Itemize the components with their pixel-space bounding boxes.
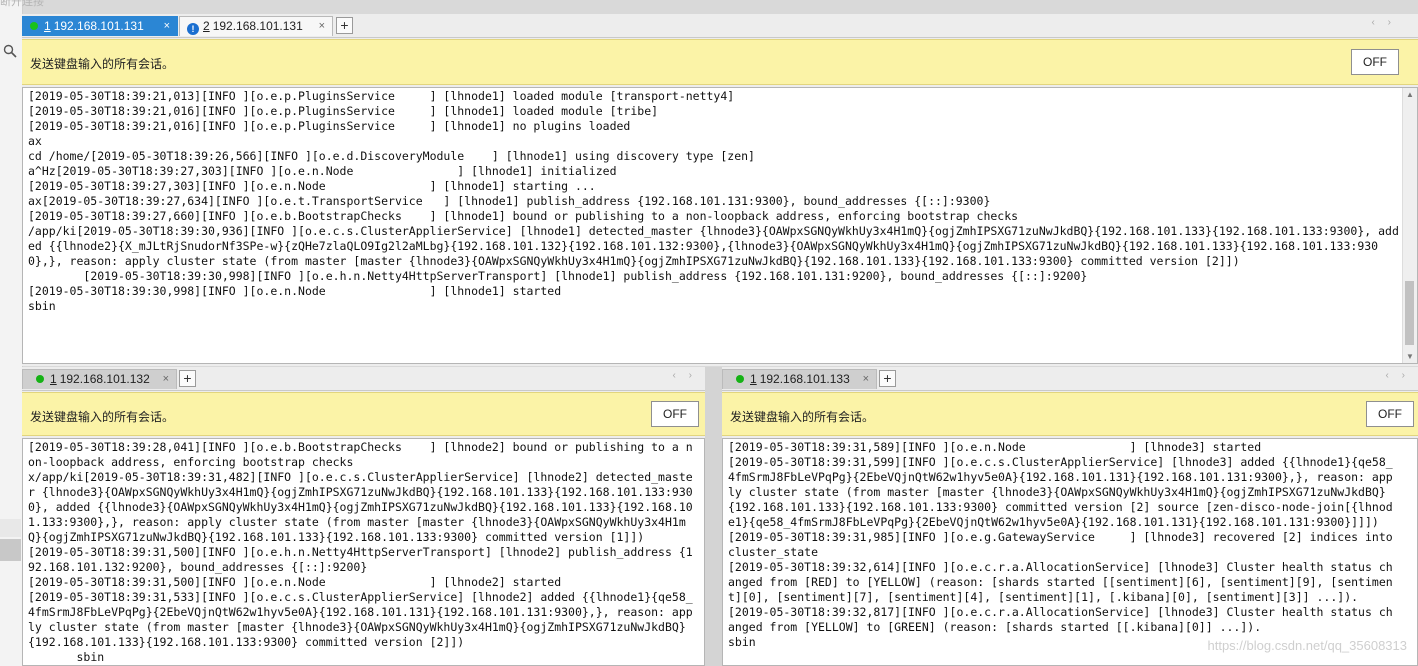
tab-scroll-arrows-icon[interactable]: ‹ › [1372,17,1396,28]
left-side-panel: 断开连接 [0,0,44,666]
broadcast-off-button[interactable]: OFF [1366,401,1414,427]
terminal-scrollbar[interactable]: ▲ ▼ [1402,88,1417,363]
connected-dot-icon [736,375,744,383]
broadcast-off-button[interactable]: OFF [651,401,699,427]
bottom-right-tab-bar: 1 192.168.101.133 × + ‹ › [722,367,1418,391]
close-tab-icon[interactable]: × [164,17,170,36]
broadcast-off-button[interactable]: OFF [1351,49,1399,75]
terminal-output[interactable]: [2019-05-30T18:39:28,041][INFO ][o.e.b.B… [22,438,705,666]
connected-dot-icon [36,375,44,383]
top-session-pane: 1 192.168.101.131 × ! 2 192.168.101.131 × +… [22,14,1418,366]
pane-divider[interactable] [705,367,722,666]
terminal-text: [2019-05-30T18:39:21,013][INFO ][o.e.p.P… [28,89,1399,313]
connected-dot-icon [30,22,38,30]
close-tab-icon[interactable]: × [319,17,325,36]
tab-session-1-133[interactable]: 1 192.168.101.133 × [722,369,877,389]
add-tab-button[interactable]: + [336,17,353,34]
scroll-up-icon[interactable]: ▲ [1403,90,1417,99]
broadcast-label: 发送键盘输入的所有会话。 [730,410,875,424]
tab-scroll-arrows-icon[interactable]: ‹ › [673,370,697,381]
bottom-right-session-pane: 1 192.168.101.133 × + ‹ › 发送键盘输入的所有会话。 OF… [722,367,1418,666]
bottom-left-tab-bar: 1 192.168.101.132 × + ‹ › [22,367,705,391]
tab-scroll-arrows-icon[interactable]: ‹ › [1386,370,1410,381]
tab-host: 192.168.101.131 [53,19,144,33]
tab-host: 192.168.101.132 [59,372,150,386]
side-panel-row-selected[interactable] [0,539,21,561]
terminal-output[interactable]: [2019-05-30T18:39:21,013][INFO ][o.e.p.P… [22,87,1418,364]
tab-session-1-132[interactable]: 1 192.168.101.132 × [22,369,177,389]
tab-number: 2 [203,19,210,33]
broadcast-bar: 发送键盘输入的所有会话。 OFF [22,392,705,436]
warning-icon: ! [187,23,199,35]
tab-number: 1 [50,372,57,386]
tab-number: 1 [44,19,51,33]
bottom-left-session-pane: 1 192.168.101.132 × + ‹ › 发送键盘输入的所有会话。 OF… [22,367,705,666]
tab-host: 192.168.101.133 [759,372,850,386]
scrollbar-thumb[interactable] [1405,281,1414,345]
add-tab-button[interactable]: + [179,370,196,387]
tab-number: 1 [750,372,757,386]
tab-session-2-131[interactable]: ! 2 192.168.101.131 × [179,16,333,36]
broadcast-label: 发送键盘输入的所有会话。 [30,57,175,71]
terminal-text: [2019-05-30T18:39:31,589][INFO ][o.e.n.N… [728,440,1393,649]
scroll-down-icon[interactable]: ▼ [1403,352,1417,361]
broadcast-label: 发送键盘输入的所有会话。 [30,410,175,424]
blog-watermark: https://blog.csdn.net/qq_35608313 [1207,638,1408,653]
terminal-output[interactable]: [2019-05-30T18:39:31,589][INFO ][o.e.n.N… [722,438,1418,666]
add-tab-button[interactable]: + [879,370,896,387]
side-panel-row[interactable] [0,519,21,537]
top-ghost-text: 断开连接 [0,0,44,8]
tab-host: 192.168.101.131 [212,19,303,33]
close-tab-icon[interactable]: × [863,370,869,389]
close-tab-icon[interactable]: × [163,370,169,389]
broadcast-bar: 发送键盘输入的所有会话。 OFF [22,39,1418,85]
top-tab-bar: 1 192.168.101.131 × ! 2 192.168.101.131 × +… [22,14,1418,38]
tab-session-1-131[interactable]: 1 192.168.101.131 × [22,16,178,36]
broadcast-bar: 发送键盘输入的所有会话。 OFF [722,392,1418,436]
terminal-text: [2019-05-30T18:39:28,041][INFO ][o.e.b.B… [28,440,693,664]
search-icon[interactable] [3,44,17,58]
